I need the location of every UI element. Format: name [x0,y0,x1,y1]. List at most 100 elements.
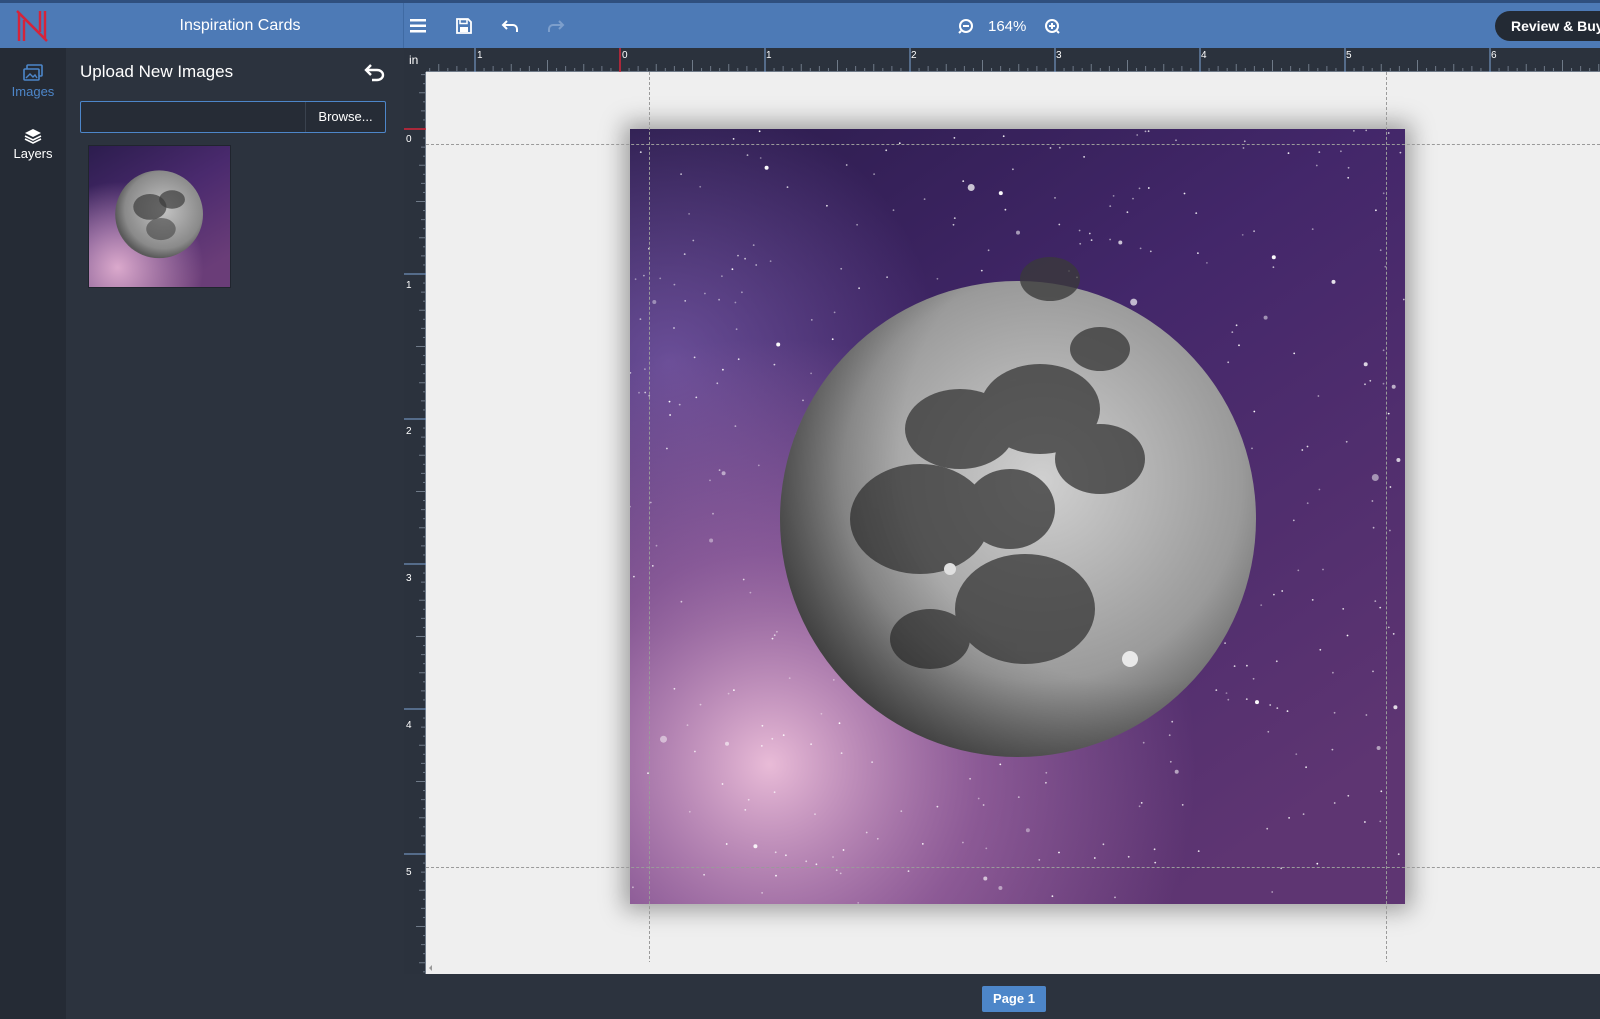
star [633,575,635,578]
star [1058,223,1061,226]
star [1195,212,1198,214]
star [1272,266,1275,269]
vruler-label: 1 [406,280,412,291]
star [746,154,749,156]
star [1318,151,1321,153]
star [805,860,808,863]
star [1286,710,1289,712]
scroll-left-arrow-icon[interactable] [426,963,436,973]
star [845,164,848,166]
star [1225,692,1228,694]
star [1235,324,1238,327]
star [1233,665,1236,667]
star [644,391,647,394]
star [725,843,728,845]
moon-galaxy-image[interactable] [630,129,1405,904]
star [1382,349,1385,352]
star [732,138,735,140]
brand-logo-icon[interactable] [14,8,50,44]
panel-undo-icon[interactable] [364,62,386,82]
star [775,874,777,877]
vruler-label: 2 [406,426,412,437]
zoom-in-button[interactable] [1038,13,1066,39]
rail-item-layers[interactable]: Layers [0,128,66,161]
hruler-label: 3 [1056,50,1062,61]
page-1-button[interactable]: Page 1 [982,986,1046,1012]
star [1363,362,1368,367]
star [1376,746,1381,750]
star [1364,383,1366,386]
star [769,260,772,263]
star [1058,146,1061,149]
browse-button[interactable]: Browse... [305,102,385,132]
star [1242,147,1245,149]
star [840,267,843,270]
star [885,149,888,152]
star [871,761,873,763]
star [1379,820,1382,823]
star [669,414,671,416]
menu-button[interactable] [404,13,432,39]
star [983,876,988,881]
star [980,269,983,272]
horizontal-ruler: 1 0 1 2 3 4 5 6 [426,48,1600,72]
rail-item-images[interactable]: Images [0,64,66,99]
star [1147,130,1150,133]
star [1083,156,1085,158]
undo-button[interactable] [496,13,524,39]
star [741,291,743,294]
star [734,301,737,304]
star [1153,848,1156,851]
star [1138,805,1141,808]
star [1058,851,1060,854]
review-and-buy-button[interactable]: Review & Buy [1495,11,1600,41]
save-button[interactable] [450,13,478,39]
star [1387,132,1390,134]
star [1345,440,1348,443]
star [683,253,686,255]
rail-layers-label: Layers [13,146,53,161]
star [678,403,681,406]
star [1102,843,1105,846]
star [638,391,640,394]
ruler-unit: in [404,48,426,72]
rail-images-label: Images [11,84,55,99]
star [639,318,642,320]
star [680,173,682,175]
star [810,743,812,746]
star [1333,802,1336,804]
zoom-out-button[interactable] [952,13,980,39]
star [962,841,964,844]
star [692,239,695,242]
star [856,223,858,226]
image-thumbnail-moon[interactable] [88,145,231,288]
card-page[interactable] [630,129,1405,904]
star [764,165,769,170]
star [1183,192,1186,195]
star [1215,689,1218,691]
star [873,173,875,175]
design-canvas[interactable] [426,72,1600,974]
star [1253,230,1255,233]
star [1331,748,1334,751]
horizontal-scrollbar[interactable] [426,962,1600,974]
star [1391,384,1396,389]
star [1114,896,1116,899]
star [1197,252,1199,254]
star [1318,488,1321,491]
star [733,689,735,691]
star [651,565,654,567]
star [785,854,787,857]
redo-button[interactable] [542,13,570,39]
star [1271,891,1274,893]
upload-field-group: Browse... [80,101,386,133]
hruler-label: 4 [1201,50,1207,61]
star [1002,135,1005,138]
star [900,810,903,813]
hamburger-menu-icon [410,19,426,33]
upload-file-input[interactable] [81,102,305,132]
star [876,837,879,840]
star [1369,379,1372,382]
star [639,151,642,153]
star [1399,151,1402,154]
